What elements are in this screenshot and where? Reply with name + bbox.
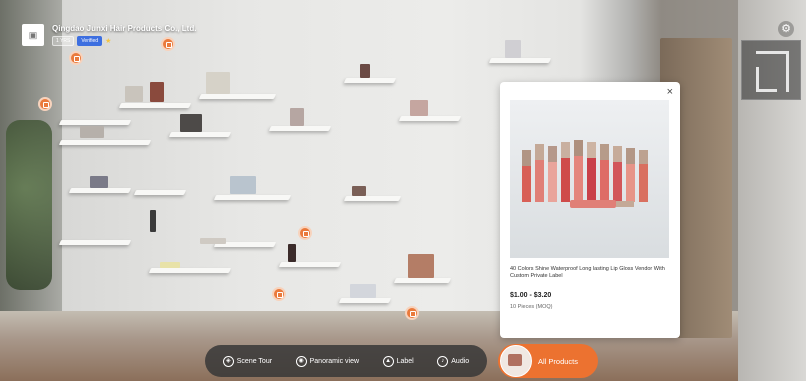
lip-gloss-illustration [522, 140, 648, 208]
minimap-wall [756, 67, 777, 92]
product-box [200, 238, 226, 244]
product-box [150, 82, 164, 102]
shelf [393, 278, 452, 283]
all-products-button[interactable]: All Products [498, 344, 598, 378]
product-box [350, 284, 376, 298]
product-box [160, 262, 180, 268]
product-moq: 10 Pieces (MOQ) [510, 304, 553, 310]
product-price: $1.00 - $3.20 [510, 292, 552, 299]
audio-button[interactable]: ♪ Audio [437, 355, 470, 367]
product-box [125, 86, 143, 102]
bottom-toolbar: ◈ Scene Tour ◉ Panoramic view ▲ Label ♪ … [205, 345, 487, 377]
shelf [488, 58, 552, 63]
audio-icon: ♪ [437, 355, 449, 367]
product-box [150, 210, 156, 232]
shelf [58, 140, 152, 145]
star-icon: ★ [105, 38, 112, 45]
audio-label: Audio [451, 357, 470, 365]
settings-icon[interactable]: ⚙ [778, 21, 794, 37]
product-box [360, 64, 370, 78]
compass-icon: ◈ [222, 355, 234, 367]
product-thumbnail [500, 345, 532, 377]
company-name[interactable]: Qingdao Junxi Hair Products Co., Ltd. [52, 24, 196, 33]
shelf [398, 116, 462, 121]
product-box [230, 176, 256, 194]
shelf [148, 268, 232, 273]
shelf [268, 126, 332, 131]
plant [6, 120, 52, 290]
product-box [288, 244, 296, 262]
shelf [343, 78, 397, 83]
product-hotspot[interactable] [272, 287, 286, 301]
years-badge: 1 YRS [52, 36, 75, 46]
panorama-icon: ◉ [295, 355, 307, 367]
shelf [168, 132, 232, 137]
shelf [133, 190, 187, 195]
company-badges: 1 YRS Verified ★ [52, 36, 196, 46]
close-icon[interactable]: × [667, 86, 673, 98]
product-box [410, 100, 428, 116]
scene-tour-label: Scene Tour [236, 357, 273, 365]
product-box [90, 176, 108, 188]
floor-minimap[interactable] [741, 40, 801, 100]
product-box [408, 254, 434, 278]
product-title[interactable]: 40 Colors Shine Waterproof Long lasting … [510, 266, 672, 280]
product-box [180, 114, 202, 132]
panorama-scene[interactable] [0, 0, 806, 381]
product-hotspot[interactable] [38, 97, 52, 111]
shelf [118, 103, 192, 108]
all-products-label: All Products [538, 356, 579, 366]
product-image[interactable] [510, 100, 669, 258]
shelf [278, 262, 342, 267]
shelf [68, 188, 132, 193]
panoramic-view-label: Panoramic view [309, 357, 360, 365]
shelf [58, 240, 132, 245]
product-popup: × 40 Colors Shine Waterproof Long lastin… [500, 82, 680, 338]
product-box [206, 72, 230, 94]
shelf [338, 298, 392, 303]
product-box [80, 126, 104, 138]
product-hotspot[interactable] [298, 226, 312, 240]
panoramic-view-button[interactable]: ◉ Panoramic view [295, 355, 360, 367]
product-box [352, 186, 366, 196]
label-button[interactable]: ▲ Label [382, 355, 414, 367]
company-header: ▣ Qingdao Junxi Hair Products Co., Ltd. … [22, 24, 196, 46]
tag-icon: ▲ [382, 355, 394, 367]
scene-tour-button[interactable]: ◈ Scene Tour [222, 355, 273, 367]
product-hotspot[interactable] [69, 51, 83, 65]
label-label: Label [396, 357, 414, 365]
product-hotspot[interactable] [405, 306, 419, 320]
shelf [198, 94, 277, 99]
shelf [343, 196, 402, 201]
product-box [290, 108, 304, 126]
product-box [505, 40, 521, 58]
shelf [58, 120, 132, 125]
store-icon[interactable]: ▣ [22, 24, 44, 46]
verified-badge: Verified [77, 36, 103, 46]
shelf [213, 195, 292, 200]
